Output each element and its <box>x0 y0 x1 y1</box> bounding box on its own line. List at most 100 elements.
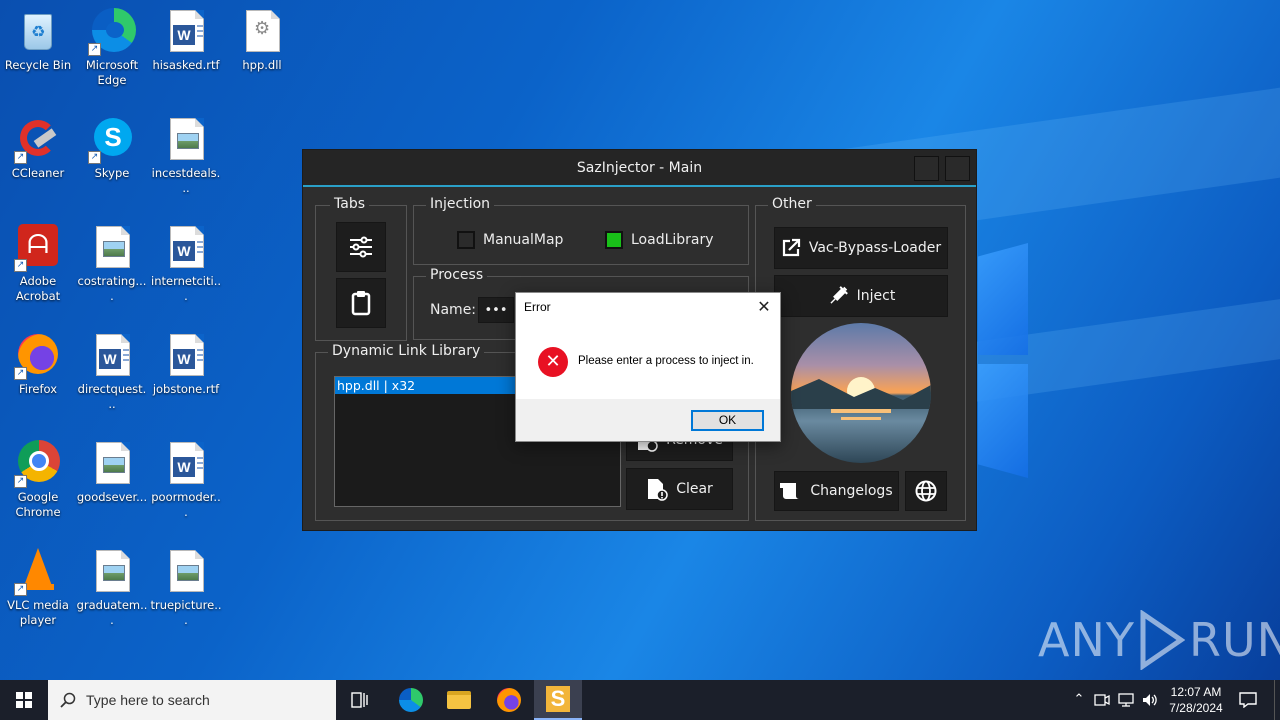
window-title: SazInjector - Main <box>576 160 703 176</box>
desktop-icon-goodsever[interactable]: goodsever... <box>74 440 150 505</box>
clipboard-icon <box>351 291 371 316</box>
taskbar-search-box[interactable]: Type here to search <box>48 680 336 720</box>
notification-center-button[interactable] <box>1232 680 1264 720</box>
desktop-icon-ccleaner[interactable]: ↗ CCleaner <box>0 116 76 181</box>
edge-icon <box>399 688 423 712</box>
injection-group: Injection ManualMap LoadLibrary <box>413 196 749 265</box>
tabs-group: Tabs <box>315 196 407 341</box>
loadlibrary-checkbox[interactable] <box>605 231 623 249</box>
minimize-button[interactable] <box>914 156 939 181</box>
taskbar-clock[interactable]: 12:07 AM 7/28/2024 <box>1160 684 1232 716</box>
desktop-icon-label: Microsoft Edge <box>85 58 139 87</box>
inject-label: Inject <box>856 288 896 304</box>
process-name-label: Name: <box>430 302 477 318</box>
vac-bypass-label: Vac-Bypass-Loader <box>808 240 942 256</box>
clear-button[interactable]: Clear <box>626 468 733 510</box>
desktop-icon-label: Skype <box>94 166 130 180</box>
desktop-icon-skype[interactable]: S ↗ Skype <box>74 116 150 181</box>
website-button[interactable] <box>905 471 947 511</box>
desktop-icon-label: Recycle Bin <box>4 58 72 72</box>
desktop-icon-label: poormoder... <box>151 490 221 519</box>
dialog-title: Error <box>524 300 551 314</box>
tab-settings[interactable] <box>336 222 386 272</box>
shortcut-arrow-icon: ↗ <box>88 43 101 56</box>
ok-button[interactable]: OK <box>691 410 764 431</box>
desktop-icon-firefox[interactable]: ↗ Firefox <box>0 332 76 397</box>
taskbar-sazinjector[interactable]: S <box>534 680 582 720</box>
desktop-icon-label: hisasked.rtf <box>152 58 220 72</box>
desktop-icon-hisasked[interactable]: W hisasked.rtf <box>148 8 224 73</box>
image-file-icon <box>162 116 210 164</box>
desktop-icon-label: internetciti... <box>151 274 221 303</box>
inject-button[interactable]: Inject <box>774 275 948 317</box>
play-logo-icon <box>1140 610 1185 670</box>
sunset-logo-image <box>791 323 931 463</box>
taskbar-firefox[interactable] <box>486 680 532 720</box>
error-dialog: Error ✕ ✕ Please enter a process to inje… <box>515 292 781 442</box>
tab-clipboard[interactable] <box>336 278 386 328</box>
shortcut-arrow-icon: ↗ <box>14 583 27 596</box>
dll-file-gear-icon: ⚙ <box>238 8 286 56</box>
external-link-icon <box>782 238 800 257</box>
task-view-button[interactable] <box>338 680 382 720</box>
vac-bypass-loader-button[interactable]: Vac-Bypass-Loader <box>774 227 948 269</box>
close-button[interactable] <box>945 156 970 181</box>
desktop-icon-costrating[interactable]: costrating.... <box>74 224 150 304</box>
syringe-icon <box>830 286 848 304</box>
word-document-icon: W <box>88 332 136 380</box>
show-desktop-button[interactable] <box>1274 680 1280 720</box>
tray-volume-icon[interactable] <box>1142 680 1160 720</box>
desktop-icon-label: Google Chrome <box>15 490 61 519</box>
start-button[interactable] <box>0 680 48 720</box>
tray-chevron-icon[interactable]: ⌃ <box>1070 680 1088 720</box>
desktop-icon-jobstone[interactable]: W jobstone.rtf <box>148 332 224 397</box>
tray-meet-icon[interactable] <box>1094 680 1112 720</box>
group-title: Dynamic Link Library <box>328 343 485 359</box>
tray-network-icon[interactable] <box>1118 680 1136 720</box>
sazinjector-app-icon: S <box>546 686 570 712</box>
dll-item-label: hpp.dll | x32 <box>337 378 416 393</box>
word-document-icon: W <box>162 440 210 488</box>
desktop-icon-google-chrome[interactable]: ↗ Google Chrome <box>0 440 76 520</box>
changelogs-button[interactable]: Changelogs <box>774 471 899 511</box>
desktop-icon-label: graduatem... <box>76 598 148 627</box>
desktop-icon-label: goodsever... <box>76 490 148 504</box>
desktop-icon-vlc[interactable]: ↗ VLC media player <box>0 548 76 628</box>
desktop-icon-label: jobstone.rtf <box>152 382 220 396</box>
desktop-icon-hpp-dll[interactable]: ⚙ hpp.dll <box>224 8 300 73</box>
desktop-icon-incestdeals[interactable]: incestdeals... <box>148 116 224 196</box>
desktop-icon-microsoft-edge[interactable]: ↗ Microsoft Edge <box>74 8 150 88</box>
taskbar-edge[interactable] <box>388 680 434 720</box>
desktop-icon-directquest[interactable]: W directquest... <box>74 332 150 412</box>
dialog-footer: OK <box>516 399 780 441</box>
loadlibrary-label: LoadLibrary <box>631 232 714 248</box>
group-title: Process <box>426 267 488 283</box>
window-titlebar[interactable]: SazInjector - Main <box>303 150 976 187</box>
clock-date: 7/28/2024 <box>1169 701 1223 715</box>
windows-logo-icon <box>16 692 32 708</box>
taskbar-file-explorer[interactable] <box>436 680 482 720</box>
search-icon <box>60 692 76 708</box>
desktop-icon-recycle-bin[interactable]: ♻ Recycle Bin <box>0 8 76 73</box>
shortcut-arrow-icon: ↗ <box>14 475 27 488</box>
desktop-icon-label: incestdeals... <box>151 166 221 195</box>
desktop-icon-adobe-acrobat[interactable]: ᗩ ↗ Adobe Acrobat <box>0 224 76 304</box>
process-browse-button[interactable]: ••• <box>478 297 514 323</box>
clock-time: 12:07 AM <box>1170 685 1222 699</box>
desktop-icon-poormoder[interactable]: W poormoder... <box>148 440 224 520</box>
recycle-bin-icon: ♻ <box>14 8 62 56</box>
ccleaner-icon: ↗ <box>14 116 62 164</box>
manualmap-checkbox[interactable] <box>457 231 475 249</box>
sliders-icon <box>350 236 372 258</box>
dialog-message: Please enter a process to inject in. <box>578 355 754 367</box>
watermark-right: RUN <box>1188 613 1280 667</box>
task-view-icon <box>351 692 368 708</box>
dialog-close-button[interactable]: ✕ <box>748 293 780 321</box>
desktop-icon-internetciti[interactable]: W internetciti... <box>148 224 224 304</box>
image-file-icon <box>88 548 136 596</box>
ok-label: OK <box>718 413 737 427</box>
desktop-icon-label: truepicture... <box>150 598 222 627</box>
desktop-icon-label: Adobe Acrobat <box>15 274 61 303</box>
desktop-icon-graduatem[interactable]: graduatem... <box>74 548 150 628</box>
desktop-icon-truepicture[interactable]: truepicture... <box>148 548 224 628</box>
